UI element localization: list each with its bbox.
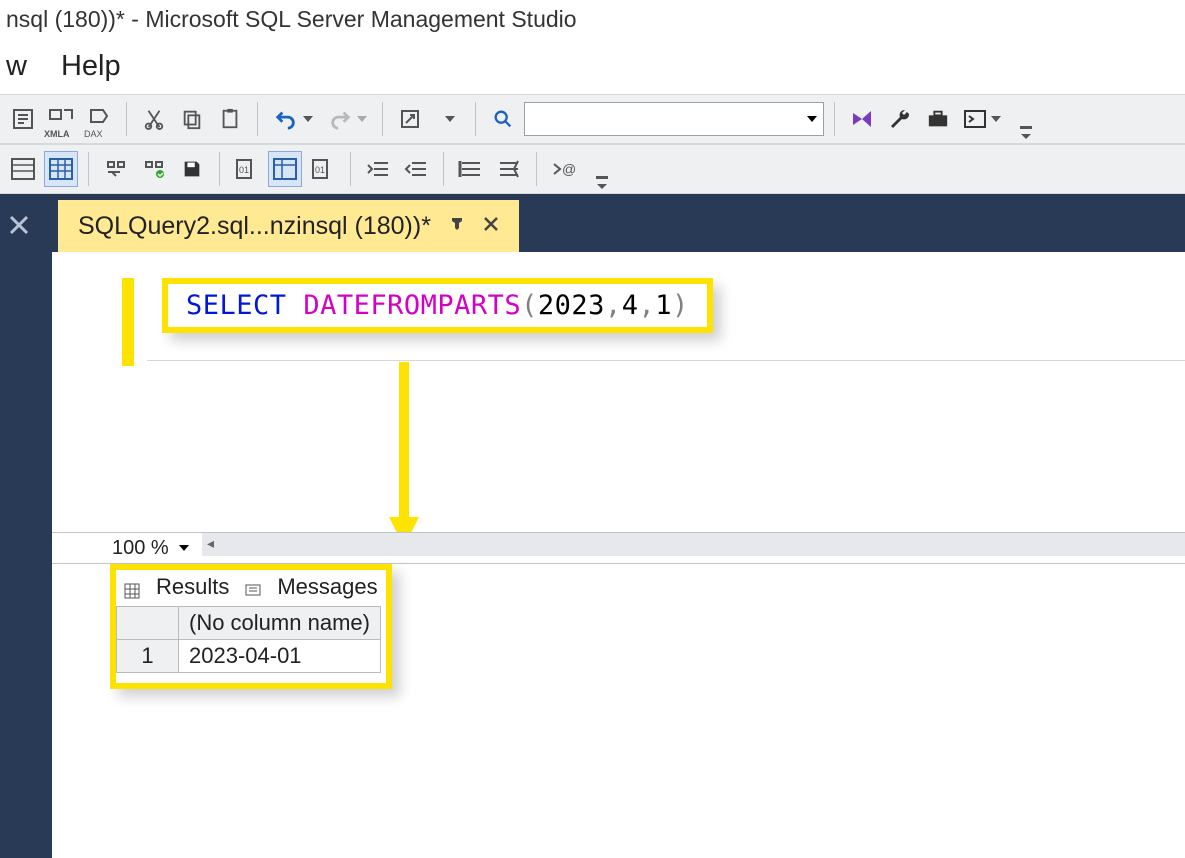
editor-rule [147, 360, 1185, 361]
arg-day: 1 [655, 290, 672, 321]
outdent-icon[interactable] [399, 151, 433, 187]
highlight-results-box: Results Messages (No column name) 1 2023… [110, 564, 392, 689]
toolbar-separator [257, 102, 258, 136]
open-paren: ( [521, 290, 538, 321]
chevron-down-icon[interactable] [179, 545, 189, 551]
results-to-text-icon[interactable] [6, 151, 40, 187]
arg-year: 2023 [538, 290, 605, 321]
keyword-select: SELECT [186, 290, 287, 321]
workspace: SQLQuery2.sql...nzinsql (180))* SELECT D… [0, 194, 1185, 858]
close-paren: ) [672, 290, 689, 321]
specify-values-icon[interactable]: @ [547, 151, 581, 187]
svg-text:01: 01 [239, 165, 249, 175]
toolbar-separator [126, 102, 127, 136]
new-query-glyph-icon[interactable] [6, 101, 40, 137]
menu-item-window[interactable]: w [6, 50, 27, 83]
comment-icon[interactable] [99, 151, 133, 187]
highlight-query-box: SELECT DATEFROMPARTS(2023,4,1) [162, 278, 713, 333]
document-tab[interactable]: SQLQuery2.sql...nzinsql (180))* [58, 200, 519, 252]
toolbar-separator [834, 102, 835, 136]
toolbar-separator [475, 102, 476, 136]
document-tab-label: SQLQuery2.sql...nzinsql (180))* [78, 212, 431, 241]
cell-value[interactable]: 2023-04-01 [179, 640, 381, 673]
comma: , [638, 290, 655, 321]
toolbar-separator [443, 152, 444, 186]
run-script-icon[interactable] [959, 101, 1005, 137]
uncomment-icon[interactable] [137, 151, 171, 187]
close-icon[interactable] [483, 215, 499, 238]
cut-icon[interactable] [137, 101, 171, 137]
pin-icon[interactable] [449, 215, 465, 238]
chevron-down-icon [357, 116, 367, 122]
toolbar-separator [382, 102, 383, 136]
tab-results[interactable]: Results [156, 574, 229, 600]
chevron-down-icon [807, 116, 817, 122]
overflow-icon[interactable] [585, 173, 619, 193]
chevron-down-icon [991, 116, 1001, 122]
overflow-icon[interactable] [1009, 123, 1043, 143]
arg-month: 4 [622, 290, 639, 321]
window-title: nsql (180))* - Microsoft SQL Server Mana… [6, 6, 577, 33]
close-icon[interactable] [8, 214, 30, 242]
intellisense-icon[interactable] [268, 151, 302, 187]
launch-icon[interactable] [393, 101, 427, 137]
results-to-grid-icon[interactable] [44, 151, 78, 187]
paste-icon[interactable] [213, 101, 247, 137]
toolbar-main: XMLA DAX [0, 94, 1185, 144]
sqlcmd-icon[interactable]: 01 [230, 151, 264, 187]
svg-text:@: @ [562, 161, 576, 177]
window-title-bar: nsql (180))* - Microsoft SQL Server Mana… [0, 0, 1185, 38]
dax-icon[interactable]: DAX [82, 101, 116, 137]
results-tab-strip: Results Messages [116, 570, 386, 606]
messages-icon [245, 579, 261, 595]
vs-extension-icon[interactable] [845, 101, 879, 137]
zoom-value[interactable]: 100 % [112, 537, 169, 560]
results-pane: Results Messages (No column name) 1 2023… [52, 564, 1185, 858]
copy-icon[interactable] [175, 101, 209, 137]
save-icon[interactable] [175, 151, 209, 187]
toolbar-separator [536, 152, 537, 186]
change-marker [122, 278, 134, 366]
column-header[interactable]: (No column name) [179, 607, 381, 640]
redo-button[interactable] [322, 101, 372, 137]
dropdown-icon[interactable] [431, 101, 465, 137]
grid-corner [117, 607, 179, 640]
wrench-icon[interactable] [883, 101, 917, 137]
object-explorer-collapsed [0, 194, 52, 858]
toolbox-icon[interactable] [921, 101, 955, 137]
results-grid[interactable]: (No column name) 1 2023-04-01 [116, 606, 381, 673]
table-row[interactable]: 1 2023-04-01 [117, 640, 381, 673]
indent-icon[interactable] [361, 151, 395, 187]
xmla-icon[interactable]: XMLA [44, 101, 78, 137]
menu-bar: w Help [0, 38, 1185, 94]
editor-scrollbar[interactable] [202, 532, 1185, 556]
document-tab-strip: SQLQuery2.sql...nzinsql (180))* [52, 194, 1185, 252]
uncomment-block-icon[interactable] [492, 151, 526, 187]
toolbar-editor: 01 01 @ [0, 144, 1185, 194]
tab-messages[interactable]: Messages [277, 574, 377, 600]
menu-item-help[interactable]: Help [61, 50, 121, 83]
comment-block-icon[interactable] [454, 151, 488, 187]
toolbar-separator [88, 152, 89, 186]
comma: , [605, 290, 622, 321]
chevron-down-icon [303, 116, 313, 122]
toolbar-separator [350, 152, 351, 186]
search-combo[interactable] [524, 102, 824, 136]
annotation-arrow-icon [384, 362, 424, 552]
line-numbers-icon[interactable]: 01 [306, 151, 340, 187]
row-number: 1 [117, 640, 179, 673]
sql-editor[interactable]: SELECT DATEFROMPARTS(2023,4,1) [52, 252, 1185, 532]
toolbar-separator [219, 152, 220, 186]
function-name: DATEFROMPARTS [303, 290, 521, 321]
svg-text:01: 01 [315, 165, 325, 175]
editor-column: SQLQuery2.sql...nzinsql (180))* SELECT D… [52, 194, 1185, 858]
results-grid-icon [124, 579, 140, 595]
undo-button[interactable] [268, 101, 318, 137]
find-icon[interactable] [486, 101, 520, 137]
